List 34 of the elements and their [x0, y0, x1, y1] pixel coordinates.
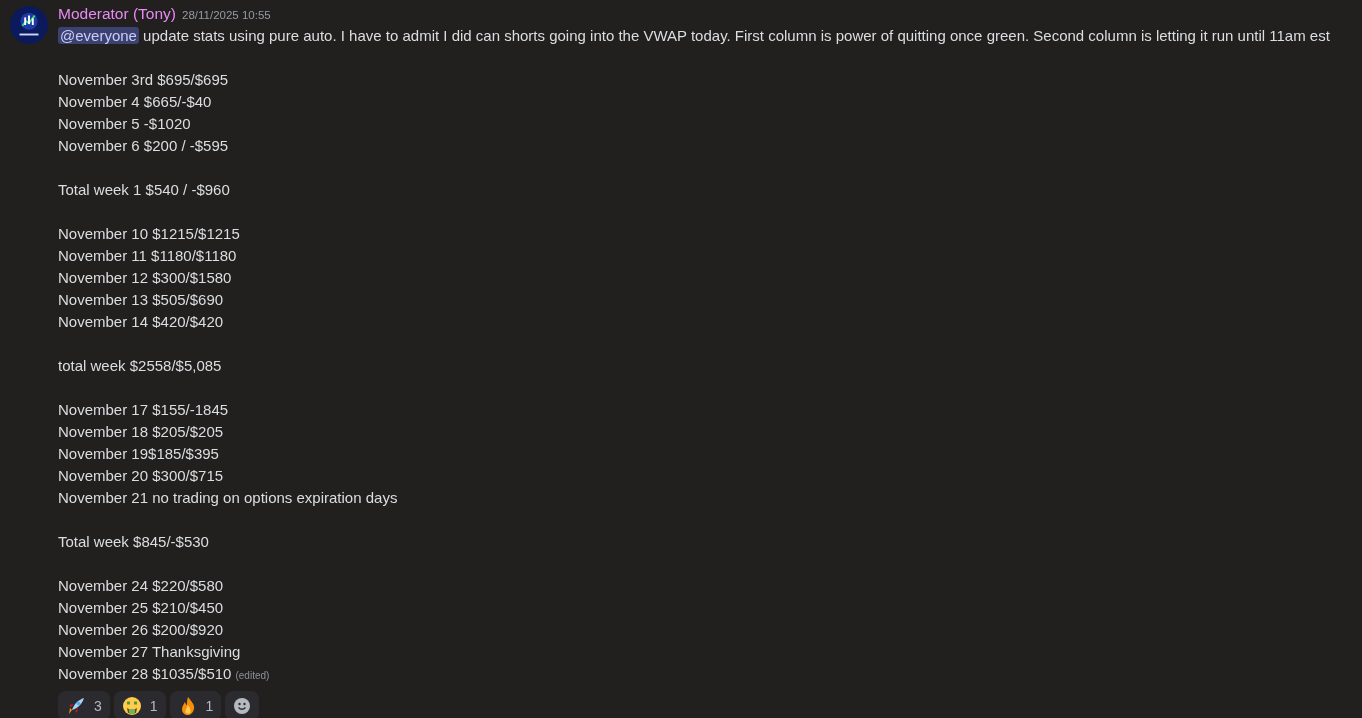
message-line: November 24 $220/$580 [58, 577, 224, 595]
message-line: November 19$185/$395 [58, 445, 219, 463]
add-reaction-button[interactable] [225, 691, 260, 718]
reaction-button[interactable]: 3 [58, 691, 110, 718]
message-line: November 6 $200 / -$595 [58, 137, 229, 155]
edited-label: (edited) [235, 670, 270, 682]
message-line: November 20 $300/$715 [58, 467, 224, 485]
mention-tag[interactable]: @everyone [58, 27, 139, 45]
message-line: November 18 $205/$205 [58, 423, 224, 441]
message-line: November 11 $1180/$1180 [58, 247, 237, 265]
message-line: November 21 no trading on options expiration days [58, 489, 398, 507]
message-line: Total week 1 $540 / -$960 [58, 181, 230, 199]
message-line: November 27 Thanksgiving [58, 643, 241, 661]
message-line: November 3rd $695/$695 [58, 71, 229, 89]
author-name[interactable]: Moderator (Tony) [58, 2, 176, 26]
message-line: total week $2558/$5,085 [58, 357, 222, 375]
message-text: update stats using pure auto. I have to admit I did can shorts going into the VWAP today. First column is power of quitting once green. Second column is letting it run until 11am est [143, 27, 1330, 45]
message-line: November 13 $505/$690 [58, 291, 224, 309]
message-line: November 4 $665/-$40 [58, 93, 212, 111]
money-face-icon [121, 696, 142, 717]
reaction-button[interactable]: 1 [113, 691, 166, 718]
timestamp: 28/11/2025 10:55 [182, 8, 271, 23]
message-line: Total week $845/-$530 [58, 533, 209, 551]
message-line: November 17 $155/-1845 [58, 401, 229, 419]
smiley-icon [233, 697, 252, 716]
message-line: November 14 $420/$420 [58, 313, 224, 331]
logo-icon [10, 6, 48, 44]
message-line: November 25 $210/$450 [58, 599, 224, 617]
reaction-button[interactable]: 1 [169, 691, 222, 718]
message-line: November 5 -$1020 [58, 115, 191, 133]
message-line: November 12 $300/$1580 [58, 269, 232, 287]
message-line: November 26 $200/$920 [58, 621, 224, 639]
message-line: November 28 $1035/$510 [58, 665, 232, 683]
message-line: November 10 $1215/$1215 [58, 225, 240, 243]
